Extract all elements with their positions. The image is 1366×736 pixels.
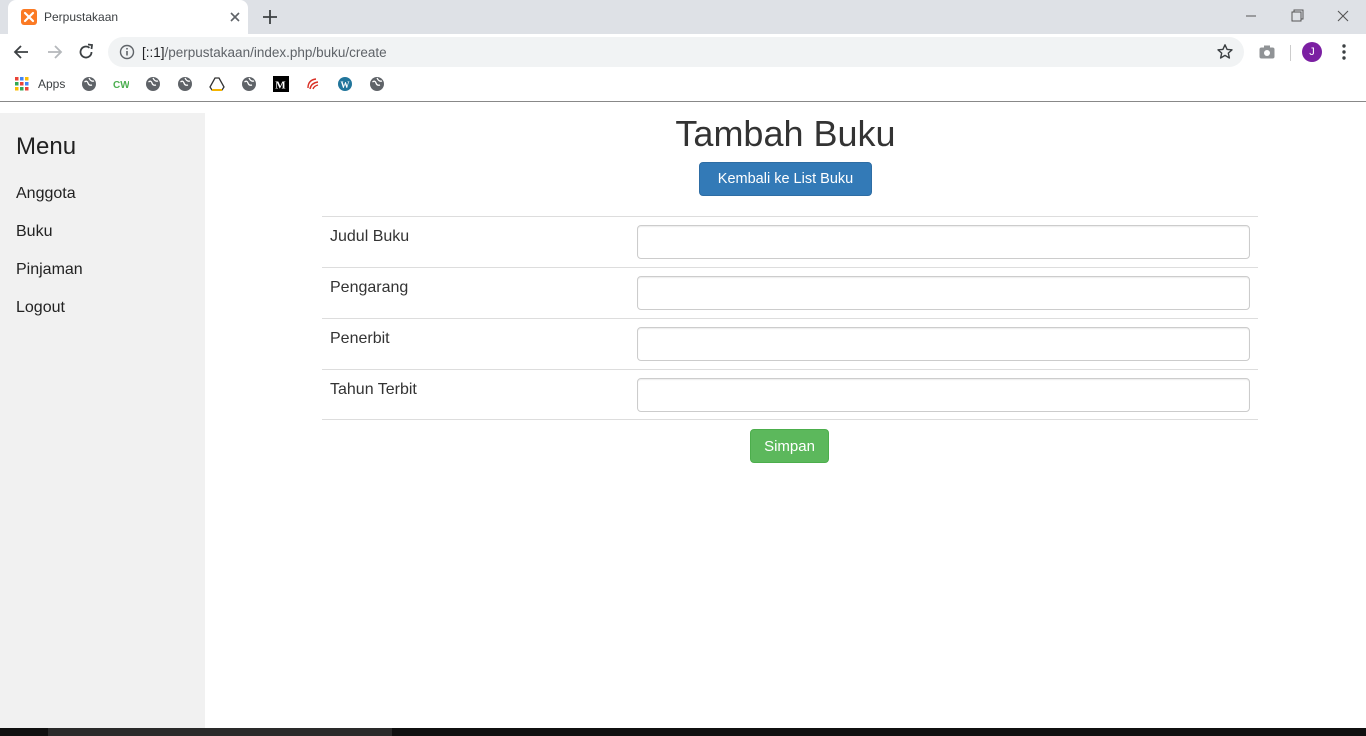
penerbit-input[interactable]	[637, 327, 1250, 361]
sidebar-item-anggota[interactable]: Anggota	[16, 185, 76, 203]
form-row-pengarang: Pengarang	[322, 267, 1258, 318]
drive-icon[interactable]	[209, 76, 225, 92]
url-text[interactable]: [::1]/perpustakaan/index.php/buku/create	[142, 45, 387, 60]
address-toolbar: [::1]/perpustakaan/index.php/buku/create…	[0, 34, 1366, 70]
wordpress-icon[interactable]: W	[337, 76, 353, 92]
penerbit-label: Penerbit	[330, 330, 390, 347]
browser-tab-strip: Perpustakaan	[0, 0, 1366, 34]
tahun-terbit-label: Tahun Terbit	[330, 381, 417, 398]
form-row-judul: Judul Buku	[322, 216, 1258, 267]
omnibox[interactable]: [::1]/perpustakaan/index.php/buku/create	[108, 37, 1244, 67]
taskbar-active-window[interactable]	[48, 728, 392, 736]
form-row-tahun-terbit: Tahun Terbit	[322, 369, 1258, 420]
reload-icon[interactable]	[76, 42, 96, 62]
medium-icon[interactable]: M	[273, 76, 289, 92]
close-window-icon[interactable]	[1332, 6, 1354, 26]
form-row-penerbit: Penerbit	[322, 318, 1258, 369]
browser-tab[interactable]: Perpustakaan	[8, 0, 248, 34]
minimize-icon[interactable]	[1240, 6, 1262, 26]
book-form: Judul Buku Pengarang Penerbit Tahun Terb…	[322, 216, 1258, 420]
profile-avatar[interactable]: J	[1302, 42, 1322, 62]
bookmark-star-icon[interactable]	[1216, 43, 1234, 61]
cw-icon[interactable]: CW	[113, 76, 129, 92]
apps-label[interactable]: Apps	[38, 77, 65, 91]
save-button[interactable]: Simpan	[750, 429, 829, 463]
restore-icon[interactable]	[1286, 6, 1308, 26]
globe-icon[interactable]	[241, 76, 257, 92]
judul-input[interactable]	[637, 225, 1250, 259]
judul-label: Judul Buku	[330, 228, 410, 245]
browser-menu-icon[interactable]	[1336, 43, 1352, 61]
back-arrow-icon[interactable]	[12, 42, 32, 62]
forward-arrow-icon[interactable]	[44, 42, 64, 62]
globe-icon[interactable]	[145, 76, 161, 92]
new-tab-icon[interactable]	[260, 7, 280, 27]
svg-text:W: W	[341, 80, 350, 90]
camera-icon[interactable]	[1258, 43, 1276, 61]
tahun-terbit-input[interactable]	[637, 378, 1250, 412]
apps-grid-icon[interactable]	[15, 77, 29, 91]
url-host: [::1]	[142, 45, 165, 60]
bookmarks-bar: Apps CW M W	[0, 70, 1366, 102]
os-taskbar	[0, 728, 1366, 736]
back-to-list-button[interactable]: Kembali ke List Buku	[699, 162, 872, 196]
globe-icon[interactable]	[81, 76, 97, 92]
sidebar-item-pinjaman[interactable]: Pinjaman	[16, 261, 83, 279]
xampp-favicon-icon	[21, 9, 37, 25]
toolbar-separator	[1290, 45, 1291, 61]
svg-text:CW: CW	[113, 80, 129, 91]
globe-icon[interactable]	[177, 76, 193, 92]
pengarang-label: Pengarang	[330, 279, 409, 296]
swirl-icon[interactable]	[305, 76, 321, 92]
sidebar-item-buku[interactable]: Buku	[16, 223, 52, 241]
url-path: /perpustakaan/index.php/buku/create	[164, 45, 387, 60]
sidebar-item-logout[interactable]: Logout	[16, 299, 65, 317]
close-tab-icon[interactable]	[226, 8, 244, 26]
tab-title: Perpustakaan	[44, 10, 119, 24]
svg-text:M: M	[275, 80, 286, 92]
main-content: Tambah Buku Kembali ke List Buku Judul B…	[205, 103, 1366, 728]
info-icon[interactable]	[119, 44, 135, 60]
globe-icon[interactable]	[369, 76, 385, 92]
sidebar-menu: Menu Anggota Buku Pinjaman Logout	[0, 113, 205, 728]
page-title: Tambah Buku	[675, 113, 896, 154]
menu-title: Menu	[16, 133, 77, 160]
pengarang-input[interactable]	[637, 276, 1250, 310]
